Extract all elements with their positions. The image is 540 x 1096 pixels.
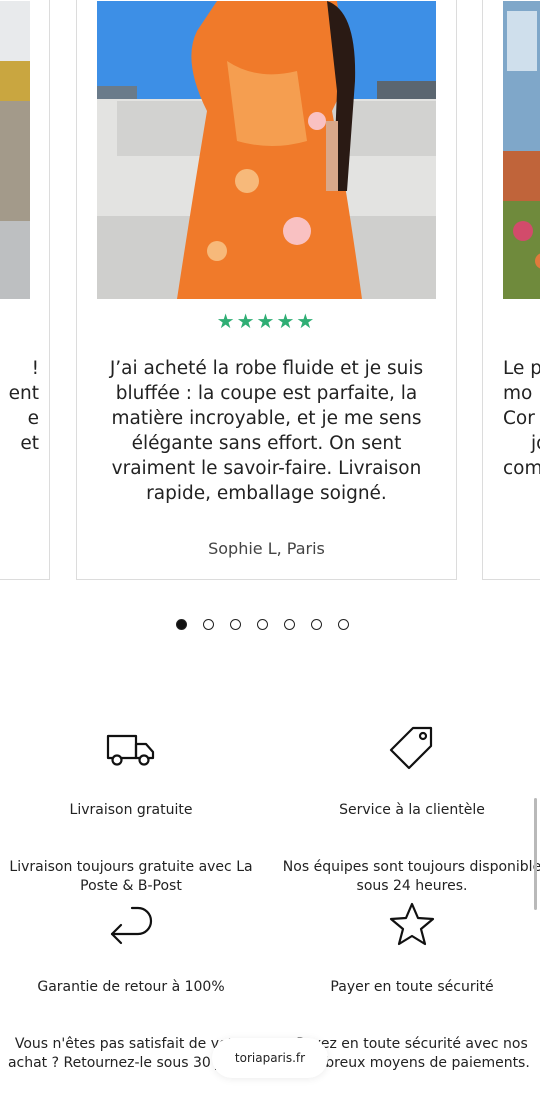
star-icon [282,895,540,955]
feature-title: Garantie de retour à 100% [37,979,225,995]
truck-icon [1,718,261,778]
return-arrow-icon [1,895,261,955]
feature-description: Livraison toujours gratuite avec La Post… [9,859,253,894]
tag-icon [282,718,540,778]
review-text: J’ai acheté la robe fluide et je suis bl… [109,358,424,504]
review-card-previous[interactable]: ! ent e et [0,0,50,580]
feature-secure-payment: Payer en toute sécurité Payez en toute s… [282,895,540,1071]
carousel-dot-2[interactable] [203,619,214,630]
feature-title: Service à la clientèle [339,802,485,818]
review-text-next: Le p mo Cor jo com [503,358,540,479]
feature-title: Livraison gratuite [69,802,193,818]
feature-description: Nos équipes sont toujours disponible sou… [282,859,540,894]
review-photo-current [97,1,436,299]
carousel-dot-6[interactable] [311,619,322,630]
carousel-dot-7[interactable] [338,619,349,630]
feature-free-shipping: Livraison gratuite Livraison toujours gr… [1,718,261,894]
feature-title: Payer en toute sécurité [330,979,494,995]
carousel-dot-4[interactable] [257,619,268,630]
review-text-previous: ! ent e et [8,358,39,454]
browser-url-bar[interactable]: toriaparis.fr [212,1038,328,1078]
page-scrollbar[interactable] [534,798,537,910]
review-photo-next [503,1,540,299]
review-author: Sophie L, Paris [208,539,325,558]
feature-return-guarantee: Garantie de retour à 100% Vous n'êtes pa… [1,895,261,1071]
review-card-next[interactable]: Le p mo Cor jo com [482,0,540,580]
carousel-dot-5[interactable] [284,619,295,630]
carousel-dot-1[interactable] [176,619,187,630]
review-card-current[interactable]: ★★★★★ J’ai acheté la robe fluide et je s… [76,0,457,580]
feature-customer-service: Service à la clientèle Nos équipes sont … [282,718,540,894]
reviews-carousel[interactable]: ! ent e et ★★★★★ J’ai acheté la robe flu… [0,0,540,600]
carousel-dot-3[interactable] [230,619,241,630]
url-text: toriaparis.fr [234,1051,306,1065]
review-photo-previous [0,1,30,299]
carousel-pagination [176,619,349,630]
rating-stars: ★★★★★ [216,309,317,333]
